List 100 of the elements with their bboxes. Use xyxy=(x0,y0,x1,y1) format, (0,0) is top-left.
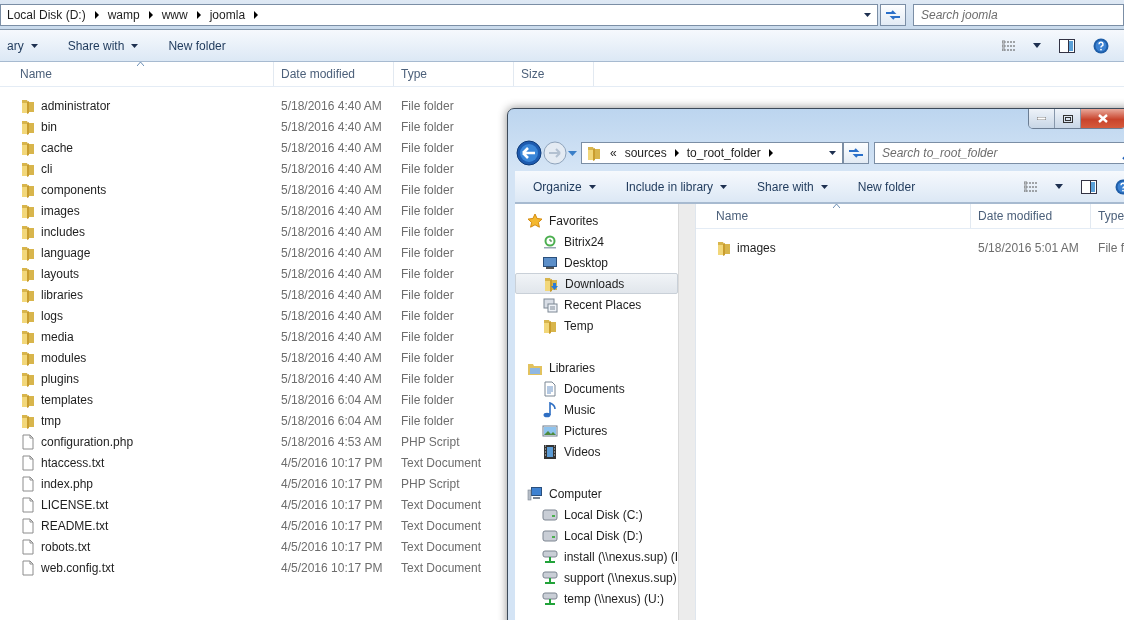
film-icon xyxy=(542,443,558,460)
navigation-group[interactable]: Libraries xyxy=(515,357,679,378)
file-name[interactable]: README.txt xyxy=(41,518,109,533)
breadcrumb[interactable]: Local Disk (D:) xyxy=(7,7,86,22)
toolbar-button[interactable]: New folder xyxy=(844,174,929,199)
file-name[interactable]: htaccess.txt xyxy=(41,455,105,470)
breadcrumb[interactable]: www xyxy=(161,7,188,22)
column-header[interactable]: Name xyxy=(0,62,274,86)
column-header[interactable]: Type xyxy=(1091,204,1124,228)
maximize-button[interactable] xyxy=(1055,109,1081,128)
back-button[interactable] xyxy=(516,140,542,166)
navigation-item[interactable]: Temp xyxy=(515,315,679,336)
folder-icon xyxy=(20,391,36,408)
toolbar-button[interactable]: Share with xyxy=(744,174,841,199)
file-name[interactable]: bin xyxy=(41,119,57,134)
file-type: PHP Script xyxy=(400,434,461,449)
file-name[interactable]: administrator xyxy=(41,98,111,113)
folder-icon xyxy=(20,286,36,303)
file-name[interactable]: components xyxy=(41,182,107,197)
navigation-item[interactable]: Desktop xyxy=(515,252,679,273)
file-type: File folder xyxy=(400,203,455,218)
file-name[interactable]: cli xyxy=(41,161,53,176)
overflow-marker[interactable]: « xyxy=(610,146,617,160)
scrollbar[interactable] xyxy=(678,204,696,620)
document-icon xyxy=(20,538,36,555)
date-modified: 5/18/2016 4:53 AM xyxy=(280,434,383,449)
file-name[interactable]: logs xyxy=(41,308,63,323)
file-name[interactable]: includes xyxy=(41,224,86,239)
navigation-item[interactable]: Music xyxy=(515,399,679,420)
column-header[interactable]: Name xyxy=(696,204,972,228)
file-name[interactable]: cache xyxy=(41,140,74,155)
file-name[interactable]: modules xyxy=(41,350,87,365)
dropdown-caret-icon xyxy=(820,184,828,189)
breadcrumb[interactable]: wamp xyxy=(107,7,140,22)
history-dropdown-icon[interactable] xyxy=(568,150,577,156)
file-name[interactable]: language xyxy=(41,245,91,260)
file-type: Text Document xyxy=(400,455,483,470)
navigation-group[interactable]: Computer xyxy=(515,483,679,504)
file-name[interactable]: plugins xyxy=(41,371,80,386)
navigation-item[interactable]: Documents xyxy=(515,378,679,399)
column-header[interactable]: Size xyxy=(514,62,594,86)
navigation-item[interactable]: Local Disk (C:) xyxy=(515,504,679,525)
navigation-item[interactable]: install (\\nexus.sup) (I xyxy=(515,546,679,567)
network-drive-icon xyxy=(542,569,558,586)
chevron-icon[interactable] xyxy=(94,10,99,19)
navigation-item[interactable]: Local Disk (D:) xyxy=(515,525,679,546)
dropdown-caret-icon[interactable] xyxy=(829,151,836,155)
file-name[interactable]: LICENSE.txt xyxy=(41,497,109,512)
breadcrumb[interactable]: to_root_folder xyxy=(686,146,761,160)
navigation-item[interactable]: temp (\\nexus) (U:) xyxy=(515,588,679,609)
file-name[interactable]: robots.txt xyxy=(41,539,91,554)
file-type: File folder xyxy=(400,413,455,428)
file-name[interactable]: layouts xyxy=(41,266,80,281)
file-type: Text Document xyxy=(400,497,483,512)
address-bar[interactable]: « sources to_root_folder xyxy=(581,142,843,164)
preview-pane-icon xyxy=(1081,179,1097,194)
chevron-icon[interactable] xyxy=(768,149,773,157)
file-type: File folder xyxy=(400,329,455,344)
navigation-item[interactable]: Pictures xyxy=(515,420,679,441)
toolbar-button[interactable]: Include in library xyxy=(612,174,741,199)
navigation-item[interactable]: Downloads xyxy=(515,273,679,294)
file-name[interactable]: images xyxy=(41,203,80,218)
file-type: Text Document xyxy=(400,560,483,575)
navigation-item[interactable]: support (\\nexus.sup) xyxy=(515,567,679,588)
refresh-button[interactable] xyxy=(880,3,906,26)
chevron-icon[interactable] xyxy=(148,10,153,19)
file-name[interactable]: tmp xyxy=(41,413,61,428)
file-name[interactable]: images xyxy=(737,240,776,255)
refresh-button[interactable] xyxy=(843,142,869,164)
column-header[interactable]: Date modified xyxy=(971,204,1092,228)
file-name[interactable]: libraries xyxy=(41,287,83,302)
toolbar-button[interactable]: New folder xyxy=(155,33,239,58)
toolbar-button[interactable]: Organize xyxy=(520,174,609,199)
navigation-item[interactable]: Recent Places xyxy=(515,294,679,315)
close-button[interactable] xyxy=(1081,109,1124,128)
file-name[interactable]: index.php xyxy=(41,476,94,491)
chevron-icon[interactable] xyxy=(254,10,259,19)
file-type: File folder xyxy=(400,140,455,155)
file-type: File folder xyxy=(400,98,455,113)
chevron-icon[interactable] xyxy=(674,149,679,157)
file-name[interactable]: templates xyxy=(41,392,94,407)
computer-icon xyxy=(527,485,543,502)
file-name[interactable]: media xyxy=(41,329,74,344)
file-name[interactable]: web.config.txt xyxy=(41,560,115,575)
navigation-item[interactable]: Videos xyxy=(515,441,679,462)
breadcrumb[interactable]: sources xyxy=(624,146,667,160)
search-field[interactable]: Search joomla xyxy=(913,3,1124,26)
search-field[interactable]: Search to_root_folder xyxy=(874,142,1124,164)
date-modified: 5/18/2016 4:40 AM xyxy=(280,308,383,323)
column-header[interactable]: Date modified xyxy=(274,62,394,86)
dropdown-caret-icon[interactable] xyxy=(864,12,871,17)
chevron-icon[interactable] xyxy=(196,10,201,19)
navigation-item[interactable]: Bitrix24 xyxy=(515,231,679,252)
breadcrumb[interactable]: joomla xyxy=(209,7,246,22)
toolbar-button[interactable]: ary xyxy=(0,33,51,58)
toolbar-button[interactable]: Share with xyxy=(54,33,152,58)
address-bar[interactable]: Local Disk (D:) wamp www joomla xyxy=(0,3,878,26)
column-header[interactable]: Type xyxy=(394,62,514,86)
navigation-group[interactable]: Favorites xyxy=(515,210,679,231)
file-name[interactable]: configuration.php xyxy=(41,434,134,449)
